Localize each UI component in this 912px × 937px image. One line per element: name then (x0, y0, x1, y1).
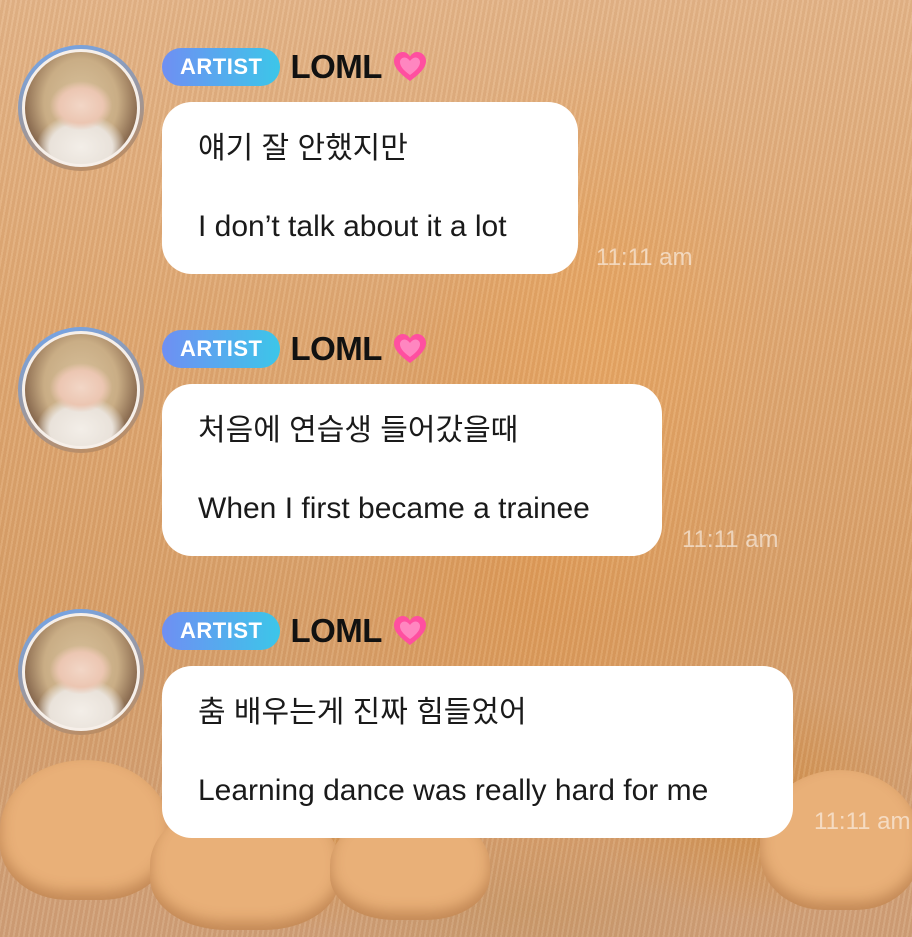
message-text-english: I don’t talk about it a lot (198, 210, 507, 243)
message-timestamp: 11:11 am (596, 244, 693, 271)
growing-heart-icon (392, 49, 428, 85)
message-header: ARTIST LOML (162, 45, 428, 89)
message-timestamp: 11:11 am (682, 526, 779, 553)
artist-badge: ARTIST (162, 48, 281, 86)
growing-heart-icon (392, 613, 428, 649)
message-text-korean: 얘기 잘 안했지만 (198, 132, 408, 165)
message-text-korean: 처음에 연습생 들어갔을때 (198, 414, 519, 447)
avatar-photo (22, 613, 140, 731)
message-header: ARTIST LOML (162, 327, 428, 371)
message-text-english: When I first became a trainee (198, 492, 590, 525)
artist-badge: ARTIST (162, 330, 281, 368)
message-text-english: Learning dance was really hard for me (198, 774, 709, 807)
message-timestamp: 11:11 am (814, 808, 911, 835)
message-text-korean: 춤 배우는게 진짜 힘들었어 (198, 696, 527, 729)
sender-name[interactable]: LOML (290, 48, 382, 86)
sender-name[interactable]: LOML (290, 330, 382, 368)
avatar-photo (22, 331, 140, 449)
artist-avatar[interactable] (18, 609, 144, 735)
message-bubble[interactable]: 춤 배우는게 진짜 힘들었어 Learning dance was really… (162, 666, 793, 838)
artist-avatar[interactable] (18, 45, 144, 171)
message-header: ARTIST LOML (162, 609, 428, 653)
message-bubble[interactable]: 처음에 연습생 들어갔을때 When I first became a trai… (162, 384, 662, 556)
avatar-photo (22, 49, 140, 167)
growing-heart-icon (392, 331, 428, 367)
message-bubble[interactable]: 얘기 잘 안했지만 I don’t talk about it a lot (162, 102, 578, 274)
artist-avatar[interactable] (18, 327, 144, 453)
artist-badge: ARTIST (162, 612, 281, 650)
sender-name[interactable]: LOML (290, 612, 382, 650)
